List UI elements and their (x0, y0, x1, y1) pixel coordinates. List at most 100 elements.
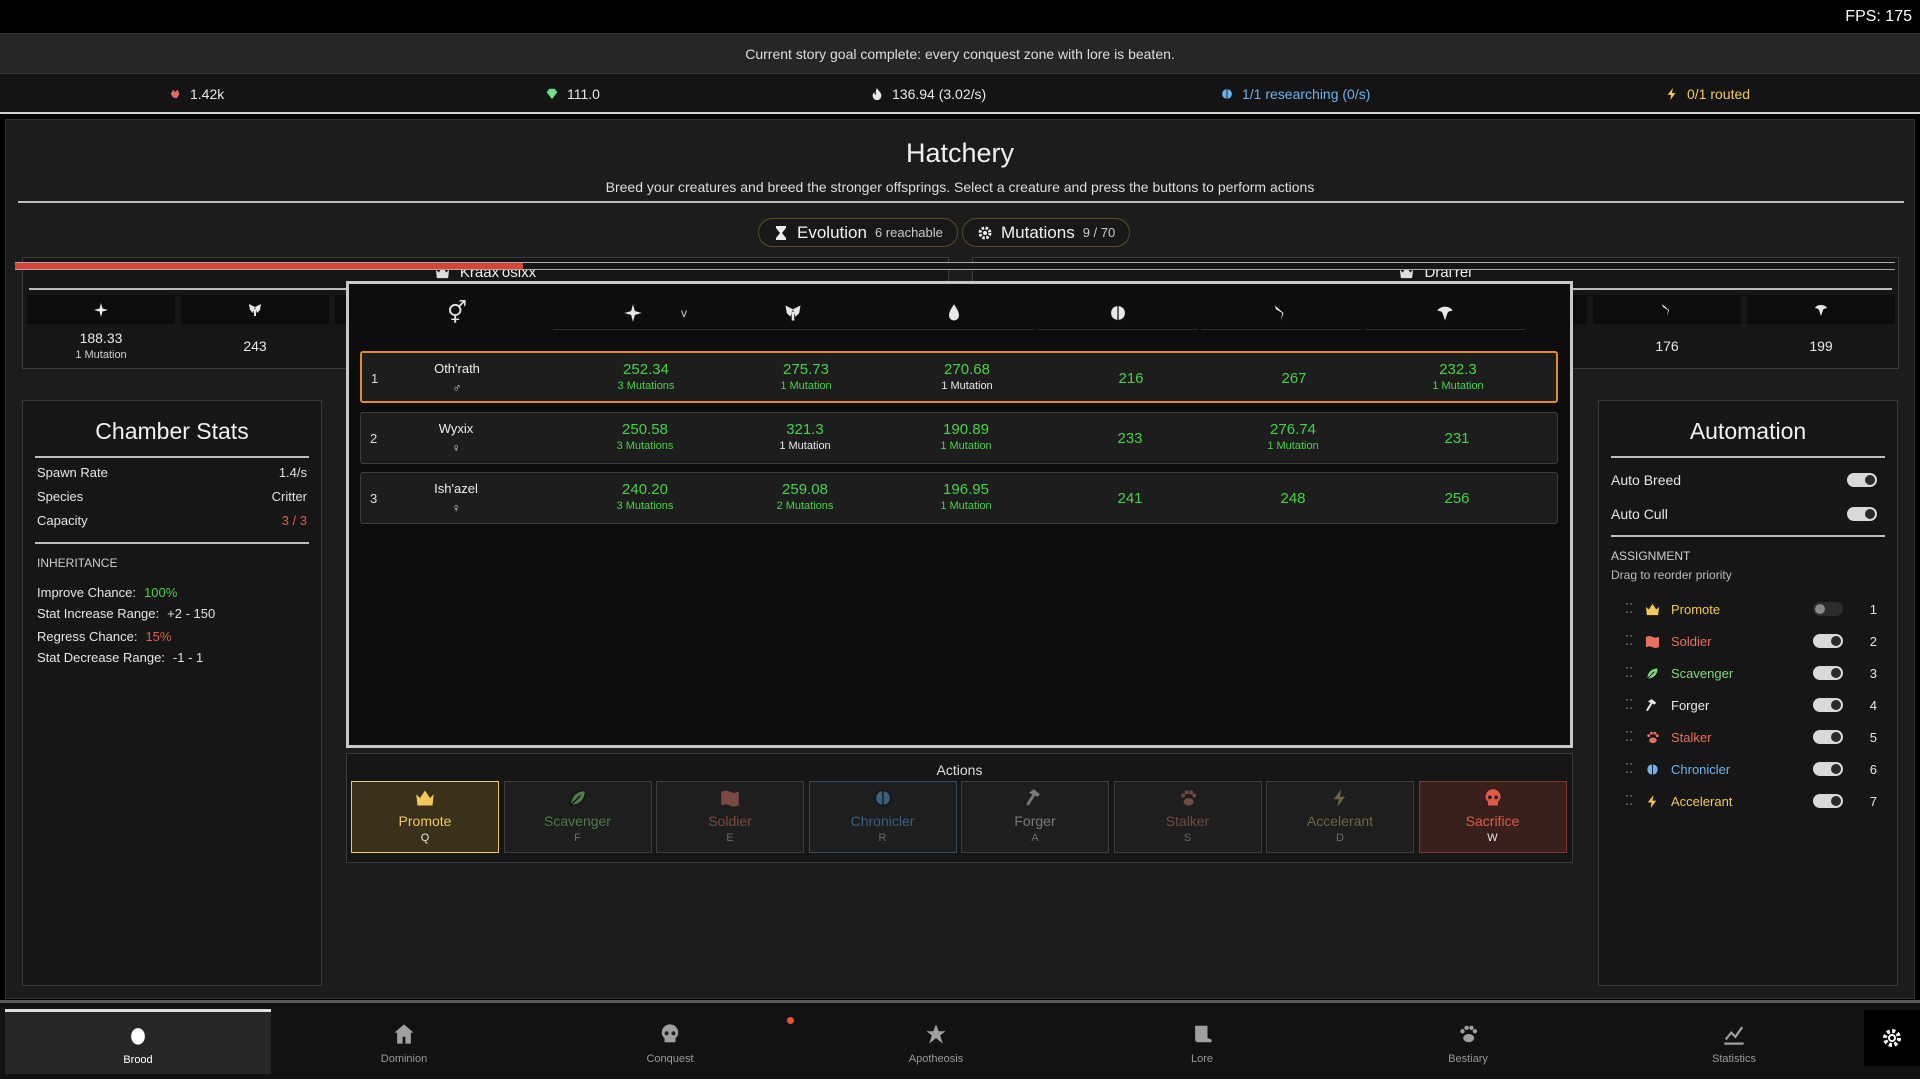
nav-bestiary[interactable]: Bestiary (1335, 1011, 1601, 1076)
stat-column-header[interactable] (713, 296, 873, 330)
assignment-role-row[interactable]: ⁚⁚ Forger 4 (1625, 692, 1877, 718)
assignment-role-row[interactable]: ⁚⁚ Promote 1 (1625, 596, 1877, 622)
sort-marker: v (681, 306, 687, 320)
inheritance-row: Regress Chance: 15% (37, 629, 171, 644)
actions-panel: Actions Promote Q Scavenger F Soldier E Chr… (346, 753, 1573, 863)
creature-grid: ⚥ v 1 Oth'rath ♂ 252.34 3 Mutations 275.73… (346, 281, 1573, 748)
creature-stat-value: 190.89 (943, 421, 989, 438)
forger-action-button[interactable]: Forger A (961, 781, 1109, 853)
evolution-label: Evolution (797, 222, 867, 242)
drag-handle-icon[interactable]: ⁚⁚ (1625, 665, 1645, 681)
drag-handle-icon[interactable]: ⁚⁚ (1625, 793, 1645, 809)
chamber-stats-title: Chamber Stats (95, 418, 249, 444)
assignment-role-rank: 3 (1869, 665, 1877, 681)
creature-stat-value: 248 (1280, 490, 1306, 507)
assignment-role-row[interactable]: ⁚⁚ Accelerant 7 (1625, 788, 1877, 814)
creature-row[interactable]: 1 Oth'rath ♂ 252.34 3 Mutations 275.73 1… (360, 351, 1558, 403)
soldier-action-button[interactable]: Soldier E (656, 781, 804, 853)
promote-action-button[interactable]: Promote Q (351, 781, 499, 853)
assignment-role-row[interactable]: ⁚⁚ Stalker 5 (1625, 724, 1877, 750)
inheritance-label: Improve Chance: (37, 585, 136, 600)
creature-stat: 216 (1051, 370, 1211, 387)
assignment-role-label: Scavenger (1671, 665, 1734, 681)
creature-row[interactable]: 3 Ish'azel ♀ 240.20 3 Mutations 259.08 2… (360, 472, 1558, 524)
creature-stat: 233 (1050, 430, 1210, 447)
inheritance-divider (35, 542, 309, 544)
nav-brood[interactable]: Brood (5, 1009, 271, 1074)
stat-column-header[interactable] (1038, 296, 1198, 330)
drag-handle-icon[interactable]: ⁚⁚ (1625, 761, 1645, 777)
sex-column-header[interactable]: ⚥ (407, 296, 507, 330)
brain-icon (874, 789, 891, 807)
inheritance-label: Regress Chance: (37, 629, 138, 644)
accelerant-action-button[interactable]: Accelerant D (1266, 781, 1414, 853)
breeding-progress-bar (15, 262, 1895, 270)
nav-apotheosis[interactable]: Apotheosis (803, 1011, 1069, 1076)
assignment-role-switch[interactable] (1813, 602, 1843, 616)
drag-handle-icon[interactable]: ⁚⁚ (1625, 729, 1645, 745)
drag-handle-icon[interactable]: ⁚⁚ (1625, 601, 1645, 617)
assignment-role-switch[interactable] (1813, 634, 1843, 648)
assignment-role-row[interactable]: ⁚⁚ Scavenger 3 (1625, 660, 1877, 686)
resource-bolt: 0/1 routed (1665, 86, 1750, 102)
action-label: Accelerant (1306, 813, 1374, 829)
action-hotkey: R (878, 832, 887, 844)
hammer-icon (1026, 789, 1040, 806)
action-label: Scavenger (544, 813, 611, 829)
creature-stat-value: 259.08 (782, 481, 828, 498)
assignment-role-rank: 4 (1869, 697, 1877, 713)
stat-icon-box (1747, 295, 1895, 324)
nav-lore[interactable]: Lore (1069, 1011, 1335, 1076)
mutations-count: 9 / 70 (1082, 225, 1116, 240)
assignment-role-switch[interactable] (1813, 666, 1843, 680)
settings-button[interactable] (1864, 1010, 1920, 1066)
stat-column-header[interactable] (1201, 296, 1361, 330)
action-hotkey: F (574, 832, 581, 844)
nav-statistics[interactable]: Statistics (1601, 1011, 1867, 1076)
assignment-role-switch[interactable] (1813, 730, 1843, 744)
stat-column-header[interactable] (874, 296, 1034, 330)
auto-toggle-switch[interactable] (1847, 507, 1877, 521)
mutations-button[interactable]: Mutations 9 / 70 (962, 218, 1131, 247)
leaf-icon (569, 789, 586, 807)
hammer-icon (1645, 698, 1657, 711)
evolution-count: 6 reachable (874, 225, 943, 240)
drag-handle-icon[interactable]: ⁚⁚ (1625, 697, 1645, 713)
assignment-role-rank: 1 (1869, 601, 1877, 617)
creature-stat-value: 250.58 (622, 421, 668, 438)
nav-dominion[interactable]: Dominion (271, 1011, 537, 1076)
assignment-divider (1611, 535, 1885, 537)
wings-icon (785, 305, 801, 320)
inheritance-label: Stat Increase Range: (37, 606, 160, 621)
egg-icon (131, 1028, 145, 1045)
sparkle-icon (94, 302, 108, 317)
stat-column-header[interactable] (1365, 296, 1525, 330)
assignment-role-switch[interactable] (1813, 794, 1843, 808)
auto-toggle-switch[interactable] (1847, 473, 1877, 487)
stat-icon-box (181, 295, 329, 324)
evolution-button[interactable]: Evolution 6 reachable (758, 218, 958, 247)
chronicler-action-button[interactable]: Chronicler R (808, 781, 957, 853)
mutations-label: Mutations (1001, 222, 1075, 242)
drag-handle-icon[interactable]: ⁚⁚ (1625, 633, 1645, 649)
stalker-action-button[interactable]: Stalker S (1113, 781, 1262, 853)
scavenger-action-button[interactable]: Scavenger F (503, 781, 652, 853)
creature-stat-mutation: 1 Mutation (779, 440, 831, 452)
nav-label: Conquest (646, 1053, 694, 1065)
creature-stat-value: 216 (1118, 370, 1144, 387)
assignment-role-row[interactable]: ⁚⁚ Chronicler 6 (1625, 756, 1877, 782)
creature-row[interactable]: 2 Wyxix ♀ 250.58 3 Mutations 321.3 1 Mut… (360, 412, 1558, 464)
assignment-role-switch[interactable] (1813, 698, 1843, 712)
nav-label: Bestiary (1448, 1053, 1488, 1065)
gear-icon (978, 226, 992, 239)
assignment-role-switch[interactable] (1813, 762, 1843, 776)
nav-conquest[interactable]: Conquest (537, 1011, 803, 1076)
assignment-role-rank: 7 (1869, 793, 1877, 809)
stat-column-header[interactable]: v (553, 296, 713, 330)
sacrifice-action-button[interactable]: Sacrifice W (1418, 781, 1567, 853)
inheritance-value: -1 - 1 (172, 650, 204, 665)
creature-index: 1 (371, 371, 379, 386)
assignment-role-row[interactable]: ⁚⁚ Soldier 2 (1625, 628, 1877, 654)
action-hotkey: D (1336, 832, 1344, 844)
resource-value: 1/1 researching (0/s) (1242, 86, 1371, 102)
